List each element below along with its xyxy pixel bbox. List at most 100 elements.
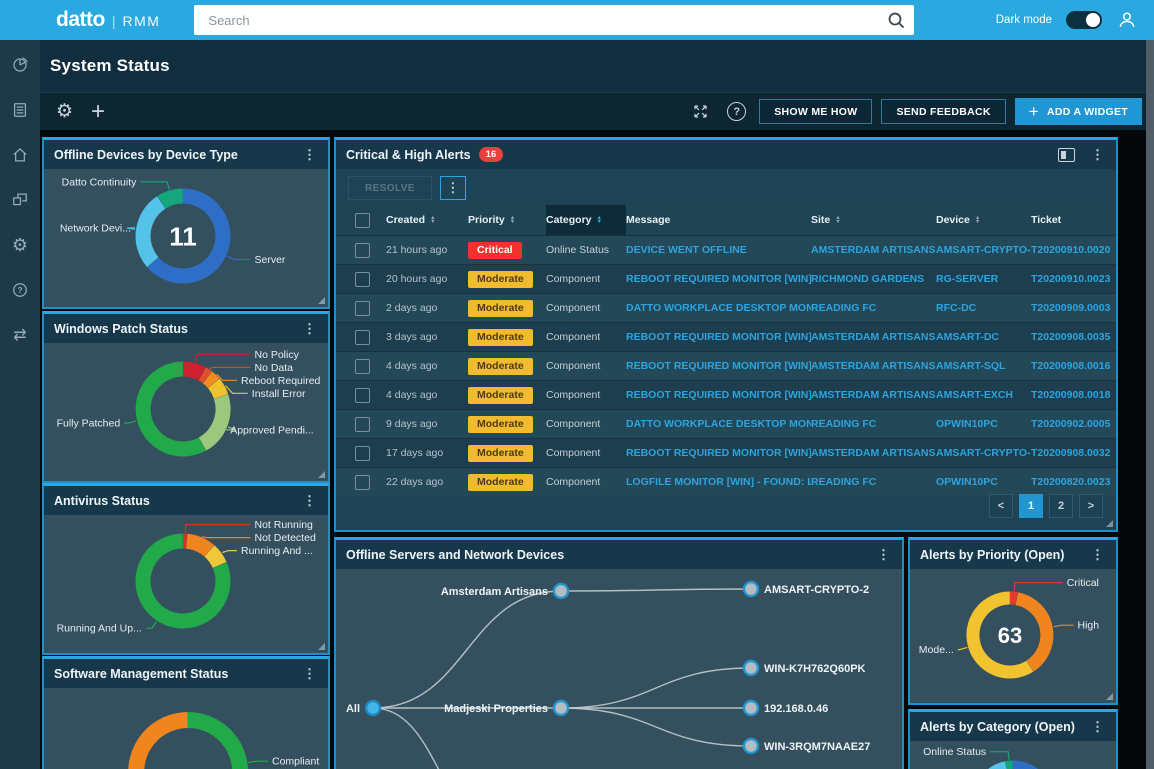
add-a-widget-button[interactable]: + ADD A WIDGET xyxy=(1015,98,1142,125)
message-link[interactable]: DEVICE WENT OFFLINE xyxy=(626,244,811,256)
device-link[interactable]: AMSART-EXCH xyxy=(936,389,1031,401)
site-link[interactable]: READING FC xyxy=(811,302,936,314)
column-header-device[interactable]: Device▲▼ xyxy=(936,205,1031,235)
ticket-link[interactable]: T20200908.0016 xyxy=(1031,360,1116,372)
ticket-link[interactable]: T20200910.0023 xyxy=(1031,273,1116,285)
ticket-link[interactable]: T20200908.0035 xyxy=(1031,331,1116,343)
alerts-priority-donut-chart[interactable]: Mode...CriticalHigh63 xyxy=(910,569,1116,703)
sidebar-item-home[interactable] xyxy=(8,143,32,167)
message-link[interactable]: LOGFILE MONITOR [WIN] - FOUND: LO... xyxy=(626,476,811,488)
dashboard-settings-gear-icon[interactable]: ⚙ xyxy=(56,100,73,123)
search-icon[interactable] xyxy=(886,10,906,30)
global-search[interactable] xyxy=(194,5,914,35)
send-feedback-button[interactable]: SEND FEEDBACK xyxy=(881,99,1005,124)
widget-menu-kebab-icon[interactable]: ⋮ xyxy=(1089,147,1106,163)
card-view-icon[interactable] xyxy=(1058,148,1075,162)
column-header-priority[interactable]: Priority▲▼ xyxy=(468,205,546,235)
widget-menu-kebab-icon[interactable]: ⋮ xyxy=(301,147,318,163)
offline-devices-donut-chart[interactable]: Datto ContinuityNetwork Devi...Server11 xyxy=(44,169,328,307)
site-link[interactable]: AMSTERDAM ARTISANS xyxy=(811,447,936,459)
widget-menu-kebab-icon[interactable]: ⋮ xyxy=(301,666,318,682)
row-checkbox[interactable] xyxy=(336,388,386,403)
sidebar-item-activity-icon[interactable] xyxy=(8,98,32,122)
search-input[interactable] xyxy=(206,12,886,29)
site-link[interactable]: READING FC xyxy=(811,418,936,430)
site-link[interactable]: AMSTERDAM ARTISANS xyxy=(811,331,936,343)
resize-handle[interactable] xyxy=(318,471,325,478)
site-link[interactable]: AMSTERDAM ARTISANS xyxy=(811,360,936,372)
resize-handle[interactable] xyxy=(318,297,325,304)
column-header-message[interactable]: Message xyxy=(626,205,811,235)
site-link[interactable]: READING FC xyxy=(811,476,936,488)
resolve-button[interactable]: RESOLVE xyxy=(348,176,432,200)
column-header-category[interactable]: Category▲▼ xyxy=(546,205,626,235)
widget-menu-kebab-icon[interactable]: ⋮ xyxy=(1089,719,1106,735)
device-link[interactable]: AMSART-SQL xyxy=(936,360,1031,372)
ticket-link[interactable]: T20200910.0020 xyxy=(1031,244,1116,256)
sidebar-item-components[interactable] xyxy=(8,188,32,212)
datto-rmm-logo[interactable]: datto | RMM xyxy=(0,8,160,32)
site-link[interactable]: AMSTERDAM ARTISANS xyxy=(811,389,936,401)
ticket-link[interactable]: T20200902.0005 xyxy=(1031,418,1116,430)
widget-menu-kebab-icon[interactable]: ⋮ xyxy=(301,321,318,337)
help-icon[interactable]: ? xyxy=(727,102,746,121)
network-tree-chart[interactable]: AllAmsterdam ArtisansAMSART-CRYPTO-2Madj… xyxy=(336,569,902,769)
page-scrollbar[interactable] xyxy=(1146,40,1154,769)
device-link[interactable]: AMSART-DC xyxy=(936,331,1031,343)
column-header-created[interactable]: Created▲▼ xyxy=(386,205,468,235)
sidebar-item-help-icon[interactable]: ? xyxy=(8,278,32,302)
sidebar-item-dashboards[interactable] xyxy=(8,53,32,77)
column-header-site[interactable]: Site▲▼ xyxy=(811,205,936,235)
page-2-button[interactable]: 2 xyxy=(1049,494,1073,518)
row-checkbox[interactable] xyxy=(336,446,386,461)
message-link[interactable]: DATTO WORKPLACE DESKTOP MONIT... xyxy=(626,302,811,314)
widget-menu-kebab-icon[interactable]: ⋮ xyxy=(301,493,318,509)
column-header-ticket[interactable]: Ticket xyxy=(1031,205,1116,235)
table-row[interactable]: 4 days agoModerateComponentREBOOT REQUIR… xyxy=(336,380,1116,409)
table-row[interactable]: 3 days agoModerateComponentREBOOT REQUIR… xyxy=(336,322,1116,351)
device-link[interactable]: RG-SERVER xyxy=(936,273,1031,285)
message-link[interactable]: REBOOT REQUIRED MONITOR [WIN] - ... xyxy=(626,331,811,343)
alerts-more-actions-kebab-icon[interactable]: ⋮ xyxy=(440,176,466,200)
row-checkbox[interactable] xyxy=(336,417,386,432)
row-checkbox[interactable] xyxy=(336,301,386,316)
add-dashboard-icon[interactable]: + xyxy=(91,98,105,126)
row-checkbox[interactable] xyxy=(336,359,386,374)
sidebar-item-settings-icon[interactable]: ⚙ xyxy=(8,233,32,257)
row-checkbox[interactable] xyxy=(336,243,386,258)
site-link[interactable]: RICHMOND GARDENS xyxy=(811,273,936,285)
resize-handle[interactable] xyxy=(1106,693,1113,700)
page-1-button[interactable]: 1 xyxy=(1019,494,1043,518)
row-checkbox[interactable] xyxy=(336,475,386,490)
message-link[interactable]: REBOOT REQUIRED MONITOR [WIN] - ... xyxy=(626,447,811,459)
site-link[interactable]: AMSTERDAM ARTISANS xyxy=(811,244,936,256)
device-link[interactable]: RFC-DC xyxy=(936,302,1031,314)
message-link[interactable]: REBOOT REQUIRED MONITOR [WIN] - ... xyxy=(626,360,811,372)
ticket-link[interactable]: T20200908.0032 xyxy=(1031,447,1116,459)
next-page-button[interactable]: > xyxy=(1079,494,1103,518)
row-checkbox[interactable] xyxy=(336,272,386,287)
ticket-link[interactable]: T20200820.0023 xyxy=(1031,476,1116,488)
table-row[interactable]: 20 hours agoModerateComponentREBOOT REQU… xyxy=(336,264,1116,293)
table-row[interactable]: 9 days agoModerateComponentDATTO WORKPLA… xyxy=(336,409,1116,438)
table-row[interactable]: 22 days agoModerateComponentLOGFILE MONI… xyxy=(336,467,1116,496)
device-link[interactable]: OPWIN10PC xyxy=(936,476,1031,488)
widget-menu-kebab-icon[interactable]: ⋮ xyxy=(875,547,892,563)
software-management-donut-chart[interactable]: Compliant xyxy=(44,688,328,769)
fullscreen-icon[interactable] xyxy=(691,102,710,121)
table-row[interactable]: 21 hours agoCriticalOnline StatusDEVICE … xyxy=(336,235,1116,264)
select-all-checkbox[interactable] xyxy=(355,213,370,228)
resize-handle[interactable] xyxy=(1106,520,1113,527)
message-link[interactable]: REBOOT REQUIRED MONITOR [WIN] - ... xyxy=(626,389,811,401)
prev-page-button[interactable]: < xyxy=(989,494,1013,518)
widget-menu-kebab-icon[interactable]: ⋮ xyxy=(1089,547,1106,563)
device-link[interactable]: AMSART-CRYPTO-2 xyxy=(936,447,1031,459)
row-checkbox[interactable] xyxy=(336,330,386,345)
device-link[interactable]: OPWIN10PC xyxy=(936,418,1031,430)
dark-mode-toggle[interactable] xyxy=(1066,11,1102,29)
user-icon[interactable] xyxy=(1116,9,1138,31)
table-row[interactable]: 4 days agoModerateComponentREBOOT REQUIR… xyxy=(336,351,1116,380)
device-link[interactable]: AMSART-CRYPTO-2 xyxy=(936,244,1031,256)
table-row[interactable]: 2 days agoModerateComponentDATTO WORKPLA… xyxy=(336,293,1116,322)
message-link[interactable]: REBOOT REQUIRED MONITOR [WIN] - ... xyxy=(626,273,811,285)
